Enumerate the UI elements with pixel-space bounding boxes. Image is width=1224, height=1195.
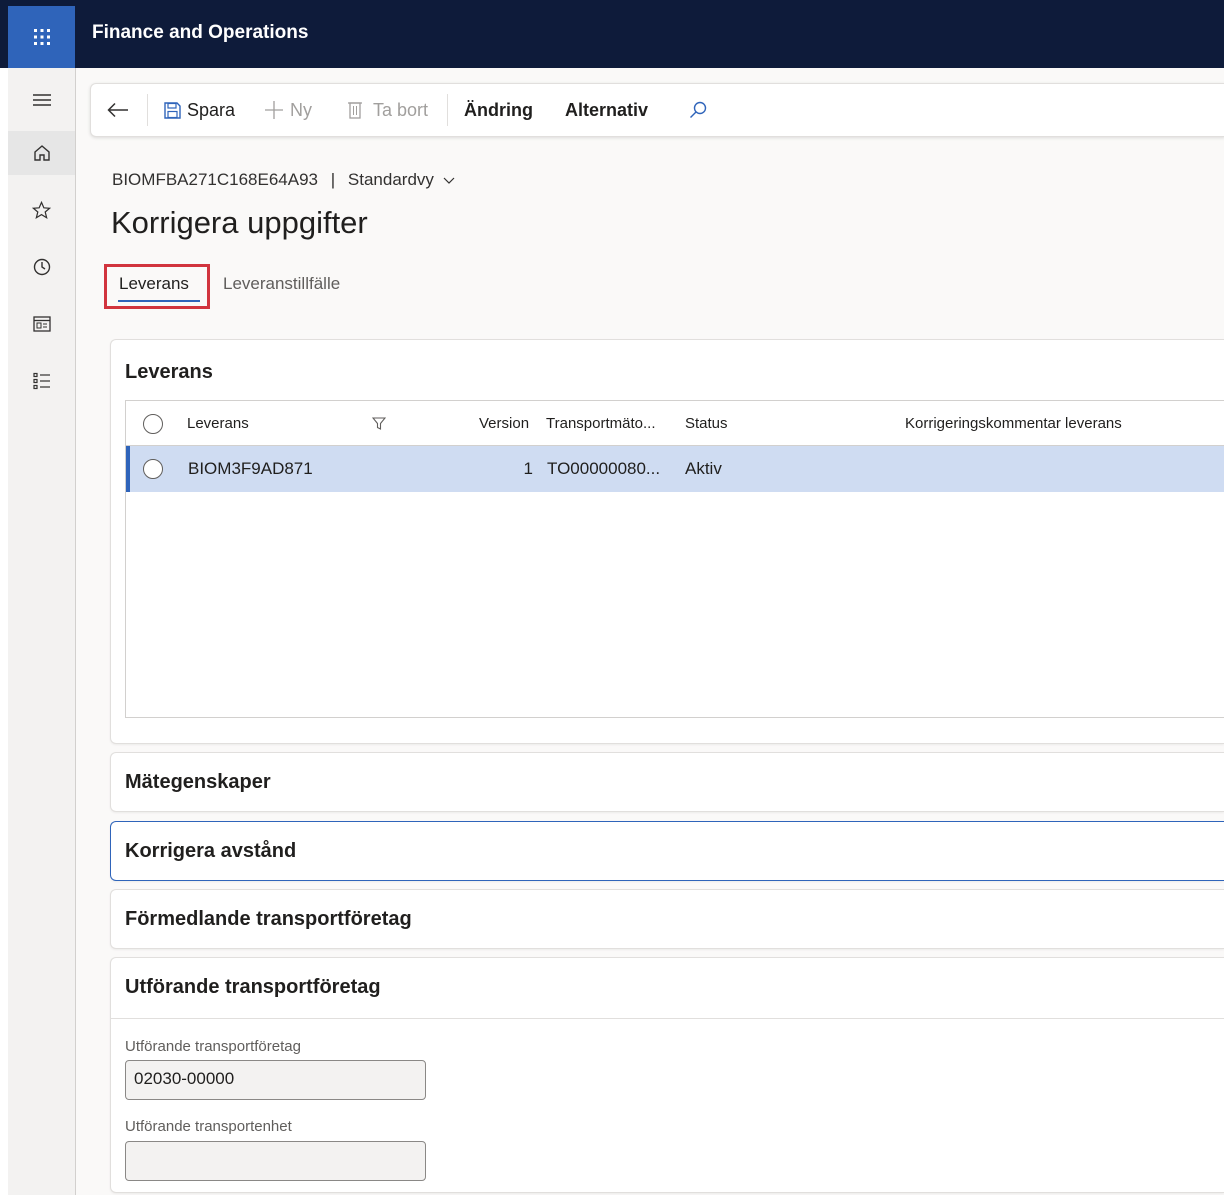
- record-id: BIOMFBA271C168E64A93: [112, 170, 319, 189]
- row-select-radio[interactable]: [143, 459, 163, 479]
- back-button[interactable]: [107, 84, 129, 136]
- hamburger-icon: [32, 94, 51, 106]
- section-title: Mätegenskaper: [125, 771, 271, 793]
- filter-icon[interactable]: [372, 417, 386, 431]
- section-title: Förmedlande transportföretag: [125, 908, 412, 930]
- metegenskaper-section[interactable]: Mätegenskaper: [110, 752, 1224, 812]
- home-button[interactable]: [8, 131, 75, 175]
- unit-field-label: Utförande transportenhet: [125, 1118, 292, 1135]
- favorites-button[interactable]: [8, 188, 75, 232]
- breadcrumb: BIOMFBA271C168E64A93 | Standardvy: [112, 170, 455, 190]
- cell-version: 1: [523, 459, 533, 478]
- clock-icon: [33, 258, 50, 276]
- company-field[interactable]: 02030-00000: [125, 1060, 426, 1100]
- cell-leverans[interactable]: BIOM3F9AD871: [188, 459, 313, 479]
- app-launcher-button[interactable]: [8, 6, 75, 68]
- modules-button[interactable]: [8, 359, 75, 403]
- cell-transport: TO00000080...: [547, 459, 661, 478]
- chevron-down-icon: [443, 177, 455, 184]
- delete-button[interactable]: Ta bort: [347, 84, 428, 136]
- column-header-leverans[interactable]: Leverans: [187, 415, 249, 432]
- section-title[interactable]: Utförande transportföretag: [125, 976, 381, 999]
- grid-header: Leverans Version Transportmäto... Status…: [126, 401, 1224, 446]
- new-label: Ny: [290, 99, 312, 120]
- section-title[interactable]: Leverans: [125, 361, 213, 384]
- leverans-grid: Leverans Version Transportmäto... Status…: [125, 400, 1224, 718]
- tab-leveranstillfalle[interactable]: Leveranstillfälle: [223, 274, 340, 294]
- save-label: Spara: [187, 99, 236, 120]
- save-icon: [164, 101, 181, 119]
- search-button[interactable]: [689, 84, 707, 136]
- plus-icon: [265, 101, 283, 119]
- unit-field[interactable]: [125, 1141, 426, 1181]
- waffle-icon: [33, 29, 50, 45]
- app-title: Finance and Operations: [92, 22, 309, 43]
- search-icon: [690, 101, 707, 118]
- list-icon: [32, 372, 50, 390]
- arrow-left-icon: [107, 102, 128, 118]
- save-button[interactable]: Spara: [164, 84, 235, 136]
- column-header-status[interactable]: Status: [685, 415, 728, 432]
- korrigera-avstand-section[interactable]: Korrigera avstånd: [110, 821, 1224, 881]
- select-all-radio[interactable]: [143, 414, 163, 434]
- new-button[interactable]: Ny: [264, 84, 312, 136]
- table-row[interactable]: BIOM3F9AD871 1 TO00000080... Aktiv: [126, 446, 1224, 492]
- left-edge: [0, 0, 8, 1195]
- workspace-icon: [32, 316, 51, 332]
- column-header-comment[interactable]: Korrigeringskommentar leverans: [905, 415, 1122, 432]
- row-selected-indicator: [126, 446, 130, 492]
- recent-button[interactable]: [8, 245, 75, 289]
- company-field-label: Utförande transportföretag: [125, 1038, 301, 1055]
- delete-label: Ta bort: [373, 99, 429, 120]
- cell-status: Aktiv: [685, 459, 722, 478]
- app-header: Finance and Operations: [0, 0, 1224, 68]
- action-pane: Spara Ny Ta bort Ändring Alternativ: [90, 83, 1224, 137]
- options-tab[interactable]: Alternativ: [565, 84, 648, 136]
- navigation-pane: [8, 68, 76, 1195]
- workspaces-button[interactable]: [8, 302, 75, 346]
- view-name: Standardvy: [347, 170, 434, 189]
- column-header-transport[interactable]: Transportmäto...: [546, 415, 655, 432]
- hamburger-menu-button[interactable]: [8, 78, 75, 122]
- formedlande-section[interactable]: Förmedlande transportföretag: [110, 889, 1224, 949]
- section-title: Korrigera avstånd: [125, 840, 297, 862]
- breadcrumb-separator: |: [330, 170, 336, 189]
- trash-icon: [348, 102, 362, 119]
- section-divider: [111, 1018, 1224, 1019]
- view-selector[interactable]: Standardvy: [348, 170, 455, 189]
- star-icon: [32, 200, 51, 219]
- page-title: Korrigera uppgifter: [111, 205, 368, 240]
- toolbar-divider: [447, 94, 448, 126]
- change-tab[interactable]: Ändring: [464, 84, 533, 136]
- column-header-version[interactable]: Version: [479, 415, 529, 432]
- highlight-box: [104, 264, 210, 309]
- home-icon: [33, 145, 50, 161]
- toolbar-divider: [147, 94, 148, 126]
